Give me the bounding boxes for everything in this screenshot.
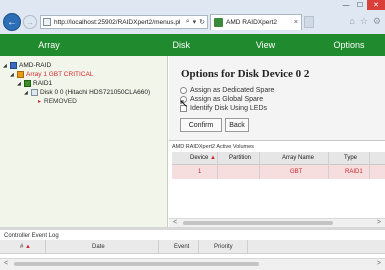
event-log-horizontal-scrollbar[interactable]: < > (0, 258, 385, 270)
mouse-cursor-icon: ↖ (179, 98, 189, 110)
column-divider (217, 152, 218, 179)
tab-close-icon[interactable]: × (294, 19, 301, 26)
tree-array-label: Array 1 GBT CRITICAL (26, 71, 94, 78)
sort-up-icon[interactable]: ▲ (25, 244, 31, 250)
column-divider (259, 152, 260, 179)
scroll-right-icon[interactable]: > (377, 260, 381, 267)
window-controls: — ☐ ✕ (339, 0, 385, 10)
menu-view[interactable]: View (218, 34, 313, 56)
minimize-button[interactable]: — (339, 0, 353, 10)
raid-icon (24, 80, 31, 87)
cell-device: 1 (198, 169, 202, 175)
col-priority[interactable]: Priority (214, 244, 233, 250)
menu-disk[interactable]: Disk (98, 34, 218, 56)
scroll-thumb[interactable] (14, 262, 259, 266)
column-divider (45, 240, 46, 254)
tree-disk-label: Disk 0 0 (Hitachi HDS721050CLA660) (40, 89, 151, 96)
col-date[interactable]: Date (92, 244, 105, 250)
scroll-thumb[interactable] (183, 221, 333, 225)
address-bar[interactable]: http://localhost:25902/RAIDXpert2/menus.… (40, 15, 208, 29)
option-dedicated-label: Assign as Dedicated Spare (190, 87, 275, 94)
url-text[interactable]: http://localhost:25902/RAIDXpert2/menus.… (54, 19, 186, 26)
collapse-arrow-icon[interactable]: ◢ (3, 63, 9, 69)
page-icon (43, 18, 51, 26)
option-global-label: Assign as Global Spare (190, 96, 264, 103)
event-log-header: # ▲ Date Event Priority (0, 240, 385, 254)
volumes-table-header: Device ▲ Partition Array Name Type (172, 152, 385, 165)
collapse-arrow-icon[interactable]: ◢ (24, 90, 30, 96)
forward-button[interactable]: → (23, 15, 37, 29)
settings-gear-icon[interactable]: ⚙ (373, 16, 381, 27)
device-tree-panel: ◢ AMD-RAID ◢ Array 1 GBT CRITICAL ◢ RAID… (0, 56, 168, 227)
browser-toolbar-icons: ⌂ ☆ ⚙ (349, 16, 381, 27)
confirm-button[interactable]: Confirm (180, 118, 222, 132)
scroll-left-icon[interactable]: < (4, 260, 8, 267)
browser-tab[interactable]: AMD RAIDXpert2 × (210, 14, 302, 30)
chevron-down-icon[interactable]: ▾ (193, 18, 197, 26)
browser-navbar: ← → http://localhost:25902/RAIDXpert2/me… (0, 10, 385, 34)
disk-icon (31, 89, 38, 96)
radio-dedicated[interactable] (180, 87, 187, 94)
scroll-left-icon[interactable]: < (173, 219, 177, 226)
tree-array[interactable]: ◢ Array 1 GBT CRITICAL (10, 71, 93, 78)
maximize-button[interactable]: ☐ (353, 0, 367, 10)
favicon-icon (214, 18, 223, 27)
column-divider (247, 240, 248, 254)
option-dedicated-spare[interactable]: Assign as Dedicated Spare (180, 87, 274, 94)
col-num-label: # (20, 244, 24, 250)
col-num[interactable]: # ▲ (20, 244, 31, 250)
tree-raid-label: RAID1 (33, 80, 53, 87)
col-device-label: Device (190, 155, 209, 161)
table-row[interactable]: 1 GBT RAID1 (172, 165, 385, 179)
options-title: Options for Disk Device 0 2 (181, 68, 310, 80)
computer-icon (10, 62, 17, 69)
new-tab-button[interactable] (304, 16, 314, 28)
array-icon (17, 71, 24, 78)
col-event[interactable]: Event (174, 244, 189, 250)
option-global-spare[interactable]: Assign as Global Spare (180, 96, 263, 103)
window-titlebar (0, 0, 385, 10)
refresh-icon[interactable]: ↻ (199, 18, 205, 26)
col-type[interactable]: Type (344, 155, 357, 161)
column-divider (158, 240, 159, 254)
home-icon[interactable]: ⌂ (349, 16, 354, 27)
close-window-button[interactable]: ✕ (367, 0, 385, 10)
tree-removed[interactable]: ▸ REMOVED (38, 98, 77, 105)
cell-type: RAID1 (345, 169, 363, 175)
option-identify-label: Identify Disk Using LEDs (190, 105, 268, 112)
column-divider (369, 152, 370, 179)
cell-array-name: GBT (290, 169, 303, 175)
col-device[interactable]: Device ▲ (190, 155, 216, 161)
address-tools: ⌕ ▾ ↻ (186, 18, 207, 26)
collapse-arrow-icon[interactable]: ◢ (10, 72, 16, 78)
collapse-arrow-icon[interactable]: ◢ (17, 81, 23, 87)
app-menu-bar: Array Disk View Options (0, 34, 385, 56)
col-array-name[interactable]: Array Name (282, 155, 314, 161)
search-icon[interactable]: ⌕ (186, 18, 190, 26)
option-identify-leds[interactable]: Identify Disk Using LEDs (180, 105, 267, 112)
col-partition[interactable]: Partition (229, 155, 251, 161)
column-divider (328, 152, 329, 179)
column-divider (198, 240, 199, 254)
event-log-title: Controller Event Log (4, 233, 59, 239)
removed-bullet-icon: ▸ (38, 99, 42, 105)
volumes-horizontal-scrollbar[interactable]: < > (169, 218, 385, 227)
back-form-button[interactable]: Back (225, 118, 249, 132)
scroll-right-icon[interactable]: > (377, 219, 381, 226)
tree-root[interactable]: ◢ AMD-RAID (3, 62, 51, 69)
sort-up-icon[interactable]: ▲ (210, 155, 216, 161)
back-button[interactable]: ← (3, 13, 21, 31)
tree-raid[interactable]: ◢ RAID1 (17, 80, 52, 87)
tree-removed-label: REMOVED (44, 98, 77, 105)
menu-options[interactable]: Options (313, 34, 385, 56)
menu-array[interactable]: Array (0, 34, 98, 56)
tree-root-label: AMD-RAID (19, 62, 52, 69)
favorites-star-icon[interactable]: ☆ (360, 16, 368, 27)
tree-disk[interactable]: ◢ Disk 0 0 (Hitachi HDS721050CLA660) (24, 89, 150, 96)
volumes-title: AMD RAIDXpert2 Active Volumes (172, 144, 254, 150)
tab-title: AMD RAIDXpert2 (226, 19, 277, 26)
panel-divider[interactable] (0, 227, 385, 230)
